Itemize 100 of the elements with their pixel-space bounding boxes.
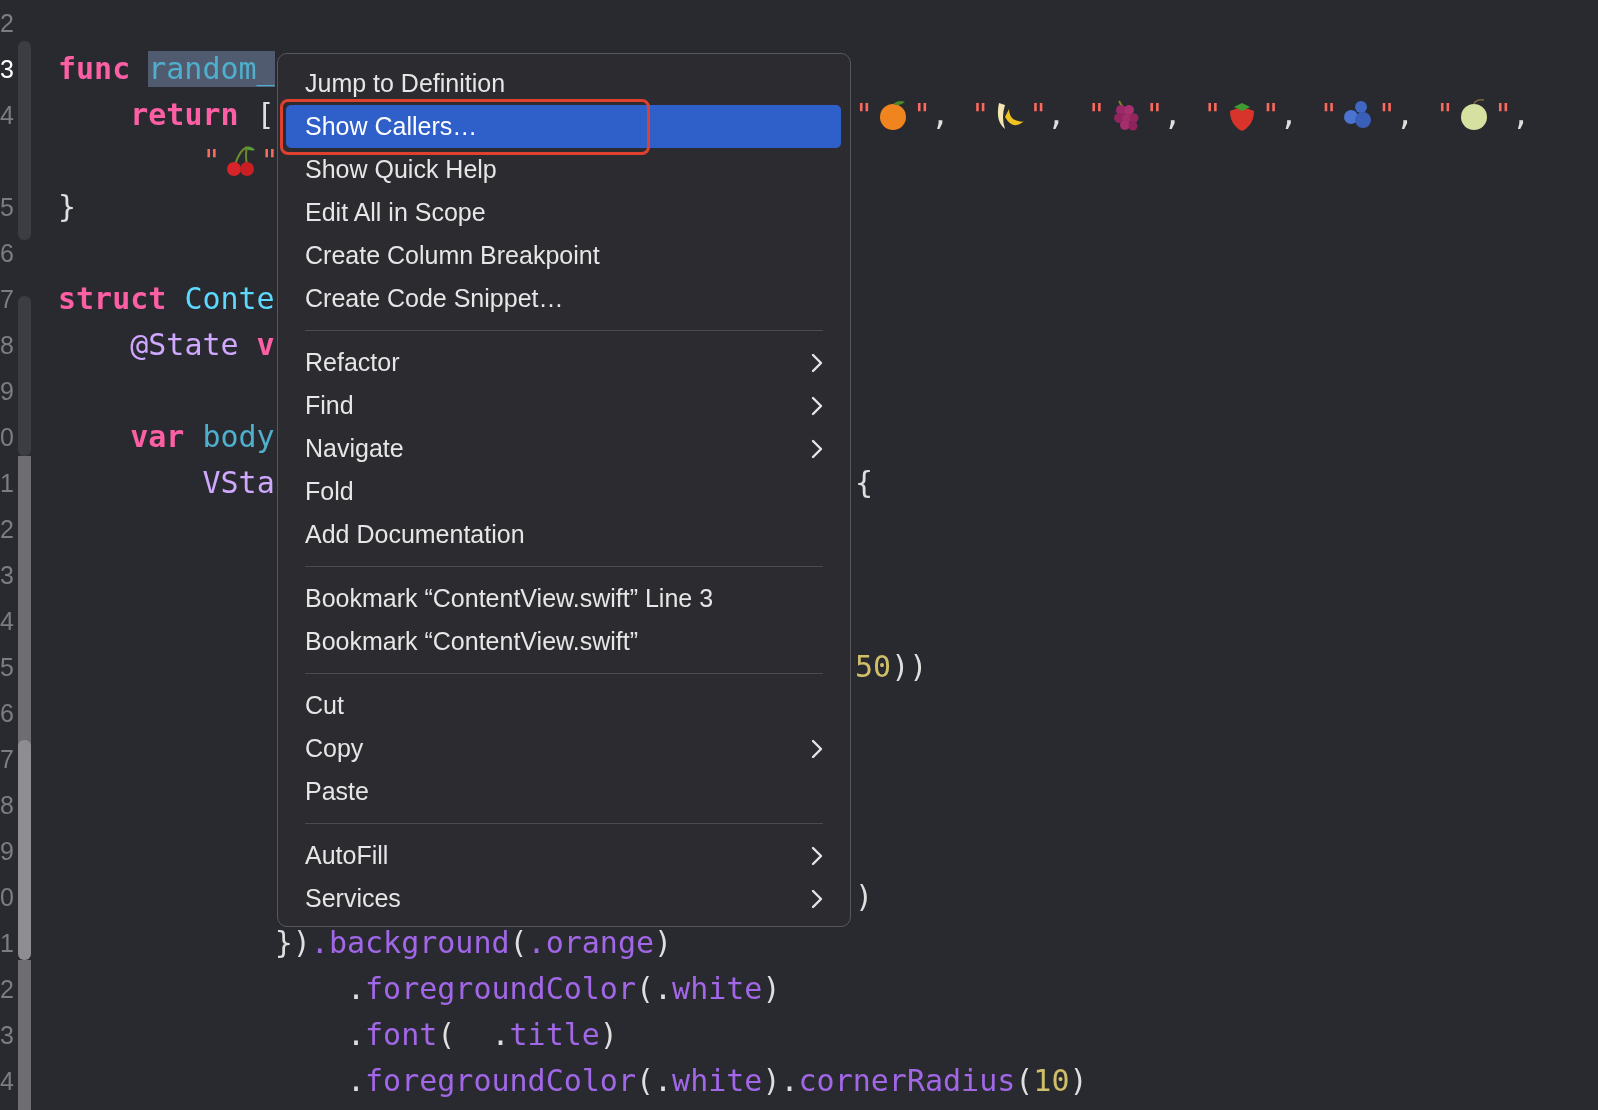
line-number: 3: [0, 56, 14, 82]
code-text: .background: [310, 925, 510, 961]
line-number: 1: [0, 470, 14, 496]
line-number: 6: [0, 700, 14, 726]
code-text: ( .: [437, 1017, 510, 1053]
menu-item[interactable]: Show Quick Help: [286, 148, 841, 191]
code-text: @State: [130, 327, 239, 363]
line-number: 2: [0, 516, 14, 542]
code-text: ": [855, 97, 874, 133]
code-text: ): [1069, 1063, 1088, 1099]
menu-item[interactable]: Edit All in Scope: [286, 191, 841, 234]
code-text: ": [913, 97, 932, 133]
code-text: ": [1319, 97, 1338, 133]
code-text: struct: [58, 281, 167, 317]
menu-item[interactable]: Navigate: [286, 427, 841, 470]
code-text: ": [1087, 97, 1106, 133]
menu-item[interactable]: AutoFill: [286, 834, 841, 877]
code-text: (: [1015, 1063, 1034, 1099]
code-text: .: [346, 1017, 365, 1053]
code-text: ,: [1163, 97, 1182, 133]
code-text: var: [130, 419, 185, 455]
code-text: v: [256, 327, 275, 363]
code-text: 50: [855, 649, 892, 685]
code-text: Conte: [184, 281, 275, 317]
line-number: 3: [0, 1022, 14, 1048]
menu-item[interactable]: Fold: [286, 470, 841, 513]
code-text: ,: [1047, 97, 1066, 133]
code-text: }): [274, 925, 311, 961]
menu-item[interactable]: Cut: [286, 684, 841, 727]
line-number: 9: [0, 838, 14, 864]
code-text: }: [58, 189, 77, 225]
menu-item[interactable]: Bookmark “ContentView.swift”: [286, 620, 841, 663]
code-text: (: [509, 925, 528, 961]
code-text: ,: [931, 97, 950, 133]
code-text: (.: [635, 971, 673, 1007]
line-number: 6: [0, 240, 14, 266]
code-text: random_: [148, 51, 275, 87]
code-text: title: [509, 1017, 600, 1053]
line-number: 5: [0, 194, 14, 220]
line-number: 0: [0, 424, 14, 450]
code-text: ": [1029, 97, 1048, 133]
line-number: 1: [0, 930, 14, 956]
line-number: 2: [0, 10, 14, 36]
code-text: ,: [1395, 97, 1414, 133]
code-text: .: [346, 1063, 365, 1099]
code-text: .: [346, 971, 365, 1007]
line-number: 4: [0, 102, 14, 128]
line-number: 8: [0, 332, 14, 358]
line-number: 7: [0, 746, 14, 772]
code-text: ,: [1512, 97, 1531, 133]
code-text: ": [1145, 97, 1164, 133]
code-text: foregroundColor: [365, 971, 636, 1007]
code-text: return: [130, 97, 239, 133]
code-text: [: [256, 97, 275, 133]
code-text: 10: [1033, 1063, 1070, 1099]
menu-item[interactable]: Create Code Snippet…: [286, 277, 841, 320]
line-number: 4: [0, 608, 14, 634]
line-number: 9: [0, 378, 14, 404]
code-text: func: [58, 51, 131, 87]
code-text: ,: [1279, 97, 1298, 133]
code-text: ): [654, 925, 673, 961]
menu-item[interactable]: Services: [286, 877, 841, 920]
code-text: ": [1435, 97, 1454, 133]
line-number: 0: [0, 884, 14, 910]
line-number: 8: [0, 792, 14, 818]
line-number: 3: [0, 562, 14, 588]
code-text: body: [202, 419, 275, 455]
code-text: ): [762, 971, 781, 1007]
menu-item[interactable]: Paste: [286, 770, 841, 813]
line-number: 7: [0, 286, 14, 312]
code-text: ": [1203, 97, 1222, 133]
code-text: white: [672, 1063, 763, 1099]
code-text: ": [1494, 97, 1513, 133]
code-text: (.: [635, 1063, 673, 1099]
code-text: font: [365, 1017, 438, 1053]
code-text: ": [1261, 97, 1280, 133]
menu-item[interactable]: Find: [286, 384, 841, 427]
menu-item[interactable]: Show Callers…: [286, 105, 841, 148]
menu-item[interactable]: Bookmark “ContentView.swift” Line 3: [286, 577, 841, 620]
code-text: .orange: [527, 925, 655, 961]
line-number: 4: [0, 1068, 14, 1094]
code-text: VSta: [202, 465, 275, 501]
menu-item[interactable]: Copy: [286, 727, 841, 770]
code-text: cornerRadius: [798, 1063, 1016, 1099]
code-text: {: [855, 465, 874, 501]
menu-item[interactable]: Add Documentation: [286, 513, 841, 556]
code-text: ": [260, 143, 279, 179]
code-text: ": [202, 143, 221, 179]
menu-item[interactable]: Create Column Breakpoint: [286, 234, 841, 277]
line-number: 2: [0, 976, 14, 1002]
code-text: white: [672, 971, 763, 1007]
code-text: ): [599, 1017, 618, 1053]
code-text: )): [891, 649, 928, 685]
code-text: ).: [762, 1063, 799, 1099]
line-number: 5: [0, 654, 14, 680]
menu-item[interactable]: Refactor: [286, 341, 841, 384]
code-text: ": [971, 97, 990, 133]
menu-item[interactable]: Jump to Definition: [286, 62, 841, 105]
code-text: ": [1377, 97, 1396, 133]
code-text: ): [855, 879, 874, 915]
